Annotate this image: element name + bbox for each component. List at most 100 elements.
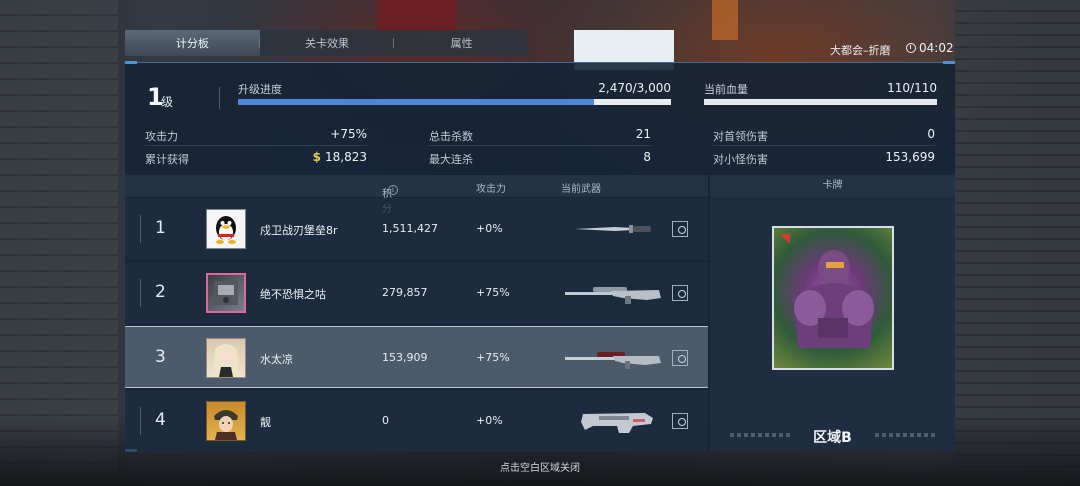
- column-attack: 攻击力: [476, 184, 506, 195]
- player-rank: 1: [155, 218, 166, 238]
- stat-divider: [713, 145, 935, 146]
- background-banner: [378, 0, 456, 30]
- map-name: 大都会–折磨: [830, 44, 891, 57]
- zone-card[interactable]: [772, 226, 894, 370]
- stat-boss-damage-value: 0: [927, 127, 935, 141]
- sniper-rifle-icon: [565, 287, 661, 304]
- player-score: 153,909: [382, 351, 428, 364]
- stat-attack-value: +75%: [330, 127, 367, 141]
- level-divider: [219, 87, 220, 109]
- stat-earned-value: 18,823: [325, 150, 367, 164]
- column-card: 卡牌: [710, 175, 955, 197]
- clock-icon: [906, 43, 916, 53]
- tab-stage-effects-label: 关卡效果: [305, 37, 349, 50]
- player-attack: +75%: [476, 286, 510, 299]
- info-icon[interactable]: i: [388, 185, 398, 195]
- armored-warrior-icon: [780, 234, 874, 348]
- knife-icon: [575, 225, 651, 233]
- card-panel: 区域B: [710, 197, 955, 451]
- xp-label: 升级进度: [238, 83, 282, 96]
- player-name: 绝不恐惧之咕: [260, 288, 326, 301]
- tab-bar: 计分板 关卡效果 属性: [125, 30, 529, 56]
- tab-scoreboard[interactable]: 计分板: [125, 30, 260, 56]
- level-unit: 级: [161, 95, 174, 109]
- background-wall-right: [955, 0, 1080, 486]
- hp-label: 当前血量: [704, 83, 748, 96]
- hp-value: 110/110: [887, 81, 937, 95]
- player-score: 0: [382, 414, 389, 427]
- stat-minion-damage-value: 153,699: [885, 150, 935, 164]
- table-row[interactable]: 1 戍卫战刃堡垒8r 1,511,427 +0%: [125, 198, 708, 260]
- player-attack: +0%: [476, 414, 503, 427]
- avatar: [206, 273, 246, 313]
- stat-boss-damage: 对首领伤害 0: [713, 124, 935, 146]
- soldier-avatar-icon: [214, 410, 238, 440]
- match-timer: 04:02: [906, 41, 954, 55]
- timer-value: 04:02: [919, 41, 954, 55]
- inspect-player-button[interactable]: [672, 221, 688, 237]
- stat-minion-damage-label: 对小怪伤害: [713, 153, 768, 166]
- table-header: 积分i 攻击力 当前武器: [125, 175, 708, 215]
- blonde-avatar-icon: [213, 344, 239, 377]
- player-name: 水太凉: [260, 353, 293, 366]
- inspect-player-button[interactable]: [672, 285, 688, 301]
- tab-scoreboard-label: 计分板: [175, 37, 209, 50]
- stat-earned-label: 累计获得: [145, 153, 189, 166]
- tab-attributes-label: 属性: [450, 37, 473, 50]
- avatar: [206, 338, 246, 378]
- stat-kills: 总击杀数 21: [429, 124, 651, 146]
- rank-divider: [140, 279, 141, 307]
- stat-boss-damage-label: 对首领伤害: [713, 130, 768, 143]
- avatar: [206, 401, 246, 441]
- rank-divider: [140, 344, 141, 372]
- card-label: 区域B: [813, 430, 852, 446]
- hp-bar: [704, 99, 937, 105]
- stat-earned: 累计获得 $18,823: [145, 147, 367, 169]
- table-row[interactable]: 2 绝不恐惧之咕 279,857 +75%: [125, 262, 708, 324]
- stat-combo-value: 8: [643, 150, 651, 164]
- hp-bar-fill: [704, 99, 937, 105]
- player-name: 靓: [260, 416, 271, 429]
- stat-attack: 攻击力 +75%: [145, 124, 367, 146]
- tab-stage-effects[interactable]: 关卡效果: [260, 30, 395, 56]
- sniper-rifle-icon: [565, 352, 661, 369]
- player-name: 戍卫战刃堡垒8r: [260, 224, 338, 237]
- panel-corner: [943, 61, 955, 64]
- xp-progress-fill: [238, 99, 595, 105]
- close-hint[interactable]: 点击空白区域关闭: [0, 459, 1080, 474]
- background-window: [712, 0, 738, 40]
- stat-minion-damage: 对小怪伤害 153,699: [713, 147, 935, 169]
- stat-combo: 最大连杀 8: [429, 147, 651, 169]
- xp-progress-bar: [238, 99, 671, 105]
- rank-divider: [140, 407, 141, 435]
- stat-earned-value-wrap: $18,823: [313, 150, 367, 164]
- table-row-self[interactable]: 3 水太凉 153,909 +75%: [125, 326, 708, 388]
- background-wall-left: [0, 0, 118, 486]
- player-attack: +0%: [476, 222, 503, 235]
- player-score: 279,857: [382, 286, 428, 299]
- stat-attack-label: 攻击力: [145, 130, 178, 143]
- stat-divider: [429, 145, 651, 146]
- money-icon: $: [312, 150, 321, 164]
- rank-divider: [140, 215, 141, 243]
- penguin-avatar-icon: [216, 216, 236, 244]
- player-score: 1,511,427: [382, 222, 438, 235]
- inspect-player-button[interactable]: [672, 350, 688, 366]
- stat-combo-label: 最大连杀: [429, 153, 473, 166]
- player-rank: 4: [155, 410, 166, 430]
- avatar: [206, 209, 246, 249]
- stat-kills-label: 总击杀数: [429, 130, 473, 143]
- player-attack: +75%: [476, 351, 510, 364]
- column-weapon: 当前武器: [561, 184, 601, 195]
- player-rank: 3: [155, 347, 166, 367]
- stat-divider: [145, 145, 367, 146]
- table-row[interactable]: 4 靓 0 +0%: [125, 390, 708, 452]
- scoreboard-panel: 1 级 升级进度 2,470/3,000 当前血量 110/110 攻击力 +7…: [125, 61, 955, 452]
- stat-kills-value: 21: [635, 127, 651, 141]
- panel-corner: [125, 61, 137, 64]
- inspect-player-button[interactable]: [672, 413, 688, 429]
- futuristic-rifle-icon: [581, 413, 653, 433]
- player-rank: 2: [155, 282, 166, 302]
- machine-avatar-icon: [214, 281, 238, 305]
- tab-attributes[interactable]: 属性: [394, 30, 529, 56]
